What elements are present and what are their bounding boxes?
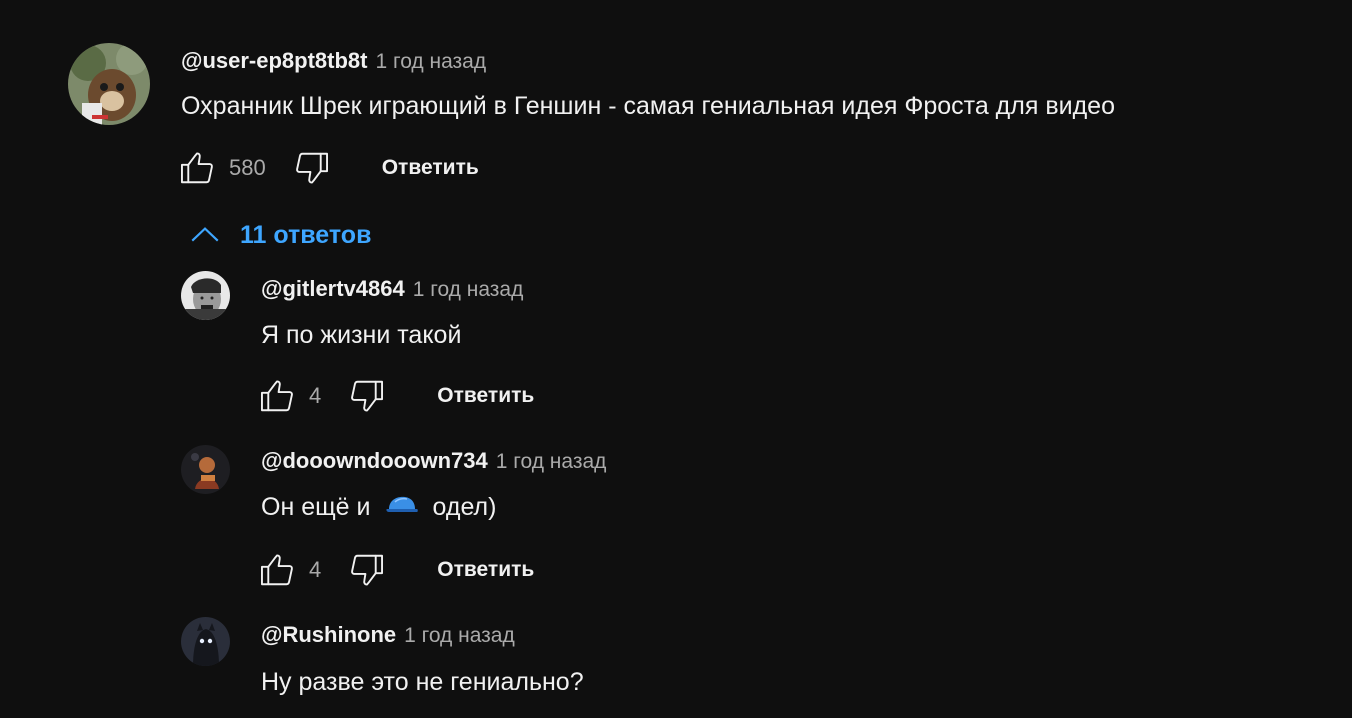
thumb-down-icon <box>351 554 384 586</box>
reply-button[interactable]: Ответить <box>382 156 479 180</box>
reply-author[interactable]: @gitlertv4864 <box>261 276 405 301</box>
reply-text: Ну разве это не гениально? <box>261 668 584 696</box>
blue-cap-emoji <box>385 494 419 523</box>
reply-actions: 4 Ответить <box>257 550 534 590</box>
reply-author[interactable]: @Rushinone <box>261 622 396 647</box>
thumb-up-icon <box>181 152 213 184</box>
reply-text-before: Он ещё и <box>261 493 371 521</box>
avatar[interactable] <box>181 271 230 320</box>
reply-author[interactable]: @dooowndooown734 <box>261 448 488 473</box>
dislike-button[interactable] <box>347 550 387 590</box>
thumb-up-icon <box>261 380 293 412</box>
like-button[interactable] <box>177 148 217 188</box>
reply-header: @Rushinone 1 год назад <box>261 622 515 648</box>
reply-text-after: одел) <box>432 493 497 521</box>
replies-count-label: 11 ответов <box>240 220 372 249</box>
reply-actions: 4 Ответить <box>257 376 534 416</box>
replies-toggle[interactable]: 11 ответов <box>188 218 371 252</box>
dislike-button[interactable] <box>347 376 387 416</box>
like-count: 4 <box>309 383 322 408</box>
comment-actions: 580 Ответить <box>177 148 479 188</box>
avatar[interactable] <box>68 43 150 125</box>
thumb-down-icon <box>295 152 328 184</box>
comment-time[interactable]: 1 год назад <box>375 50 486 73</box>
reply-button[interactable]: Ответить <box>437 384 534 408</box>
reply-header: @gitlertv4864 1 год назад <box>261 276 523 302</box>
comment-header: @user-ep8pt8tb8t 1 год назад <box>181 48 486 74</box>
like-count: 4 <box>309 557 322 582</box>
dislike-button[interactable] <box>292 148 332 188</box>
thumb-up-icon <box>261 554 293 586</box>
avatar[interactable] <box>181 617 230 666</box>
reply-header: @dooowndooown734 1 год назад <box>261 448 606 474</box>
reply-time[interactable]: 1 год назад <box>413 278 524 301</box>
reply-time[interactable]: 1 год назад <box>404 624 515 647</box>
reply-text: Я по жизни такой <box>261 321 462 349</box>
comment-text: Охранник Шрек играющий в Геншин - самая … <box>181 92 1115 120</box>
thumb-down-icon <box>351 380 384 412</box>
comment-author[interactable]: @user-ep8pt8tb8t <box>181 48 367 73</box>
chevron-up-icon <box>191 227 219 242</box>
like-button[interactable] <box>257 376 297 416</box>
like-button[interactable] <box>257 550 297 590</box>
reply-button[interactable]: Ответить <box>437 558 534 582</box>
avatar[interactable] <box>181 445 230 494</box>
reply-time[interactable]: 1 год назад <box>496 450 607 473</box>
like-count: 580 <box>229 155 266 180</box>
reply-text: Он ещё и одел) <box>261 493 496 523</box>
